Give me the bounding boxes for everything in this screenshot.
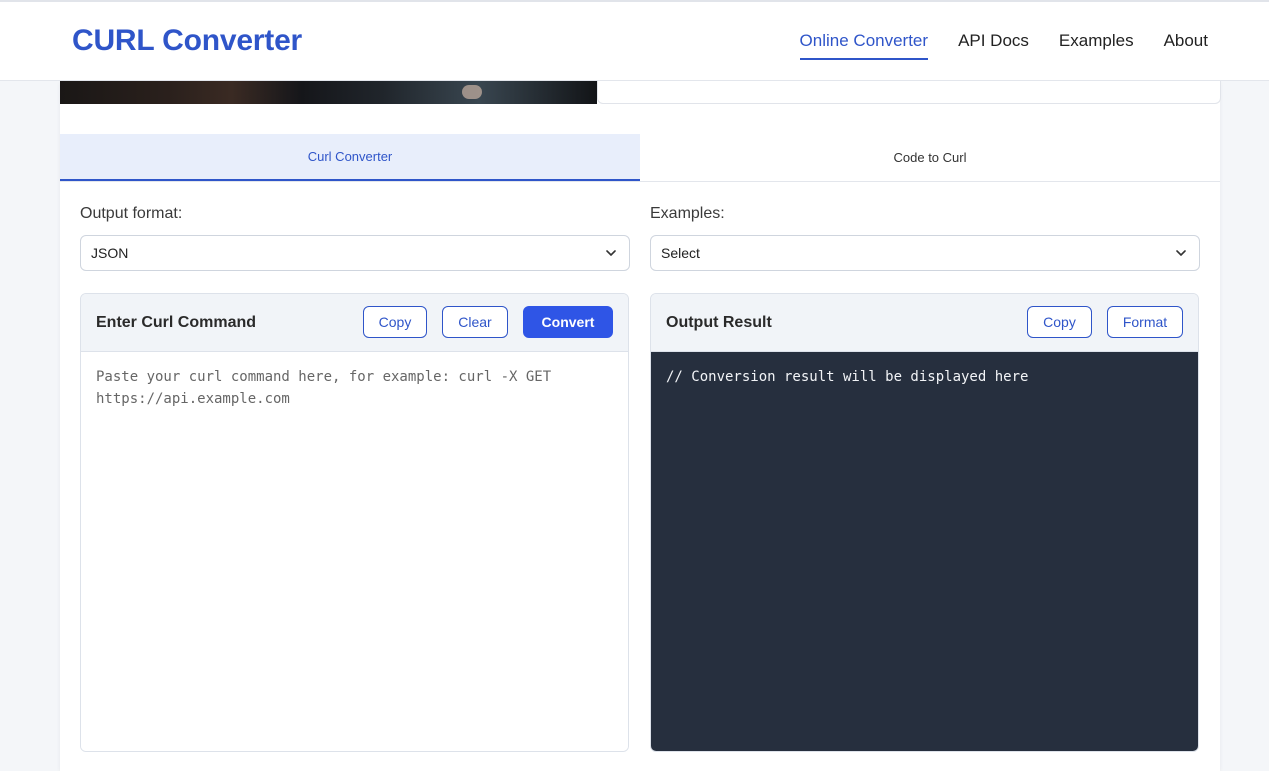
- copy-input-button[interactable]: Copy: [363, 306, 427, 338]
- nav-about[interactable]: About: [1164, 31, 1208, 60]
- examples-label: Examples:: [650, 205, 725, 222]
- convert-button[interactable]: Convert: [523, 306, 613, 338]
- hero-image-detail: [462, 85, 482, 99]
- main-nav: Online Converter API Docs Examples About: [799, 31, 1208, 60]
- chevron-down-icon: [1176, 250, 1186, 256]
- input-panel-title: Enter Curl Command: [96, 313, 257, 331]
- output-format-select[interactable]: JSON: [80, 235, 630, 271]
- output-panel-header: Output Result Copy Format: [651, 294, 1198, 352]
- tab-code-to-curl[interactable]: Code to Curl: [640, 134, 1220, 181]
- curl-input-panel: Enter Curl Command Copy Clear Convert: [80, 293, 629, 752]
- nav-examples[interactable]: Examples: [1059, 31, 1134, 60]
- hero-image: [60, 81, 597, 104]
- output-panel-actions: Copy Format: [1027, 306, 1183, 338]
- examples-select[interactable]: Select: [650, 235, 1200, 271]
- input-panel-header: Enter Curl Command Copy Clear Convert: [81, 294, 628, 352]
- converter-tabs: Curl Converter Code to Curl: [60, 134, 1220, 182]
- output-format-value: JSON: [91, 245, 129, 261]
- site-logo-text[interactable]: CURL Converter: [72, 24, 302, 58]
- nav-api-docs[interactable]: API Docs: [958, 31, 1029, 60]
- tab-curl-converter[interactable]: Curl Converter: [60, 134, 640, 181]
- examples-value: Select: [661, 245, 700, 261]
- nav-online-converter[interactable]: Online Converter: [799, 31, 929, 60]
- curl-command-input[interactable]: [81, 352, 628, 751]
- chevron-down-icon: [606, 250, 616, 256]
- output-panel-title: Output Result: [666, 313, 772, 331]
- copy-output-button[interactable]: Copy: [1027, 306, 1092, 338]
- output-format-label: Output format:: [80, 205, 183, 222]
- input-panel-actions: Copy Clear Convert: [363, 306, 613, 338]
- clear-button[interactable]: Clear: [442, 306, 508, 338]
- conversion-output[interactable]: // Conversion result will be displayed h…: [651, 352, 1198, 751]
- converter-card: Curl Converter Code to Curl Output forma…: [60, 71, 1221, 771]
- output-result-panel: Output Result Copy Format // Conversion …: [650, 293, 1199, 752]
- site-header: CURL Converter Online Converter API Docs…: [0, 2, 1269, 81]
- format-button[interactable]: Format: [1107, 306, 1183, 338]
